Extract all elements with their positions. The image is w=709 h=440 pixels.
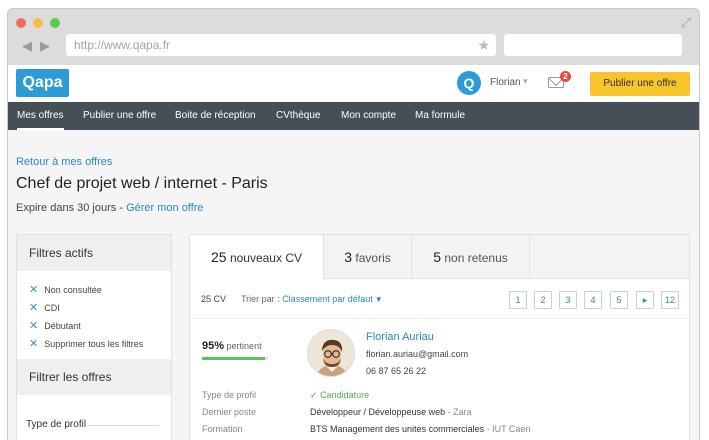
education-school: - IUT Caen [486,424,531,434]
profile-type-label[interactable]: Type de profil [26,419,86,430]
cv-count: 25 CV [201,294,227,304]
divider [87,425,159,426]
qapa-logo[interactable]: Qapa [16,69,69,97]
tab-favorites[interactable]: 3 favoris [324,235,412,279]
tab-count: 5 [433,249,442,265]
tab-rejected[interactable]: 5 non retenus [412,235,530,279]
profile-status: Candidature [320,390,370,400]
detail-value-education: BTS Management des unites commerciales -… [310,424,530,434]
close-icon[interactable]: ✕ [29,284,38,296]
filter-label: Non consultée [44,285,102,295]
detail-label-profile: Type de profil [202,390,257,400]
chevron-down-icon[interactable]: ▾ [523,76,528,87]
results-toolbar: 25 CV Trier par : Classement par défaut ▼… [190,279,689,319]
candidate-card[interactable]: 95% pertinent Florian Auriau florian.aur… [190,320,689,440]
nav-item-reception[interactable]: Boite de réception [175,102,256,130]
candidate-photo[interactable] [307,329,355,377]
clear-all-filters[interactable]: ✕ Supprimer tous les filtres [29,337,143,350]
url-text: http://www.qapa.fr [74,38,171,52]
next-page-button[interactable]: ▸ [636,291,654,309]
candidate-photo-image [308,330,354,376]
nav-item-cvtheque[interactable]: CVthèque [276,102,320,130]
bookmark-star-icon[interactable]: ★ [477,34,490,56]
chevron-down-icon[interactable]: ▼ [375,295,383,304]
tab-label: non retenus [444,251,508,265]
nav-item-compte[interactable]: Mon compte [341,102,396,130]
forward-arrow-icon[interactable]: ▶ [40,38,50,54]
tab-label: favoris [355,251,391,265]
detail-value-last-job: Développeur / Développeuse web - Zara [310,407,472,417]
maximize-window-button[interactable] [50,18,60,28]
candidate-name[interactable]: Florian Auriau [366,331,434,343]
browser-window: ⤢ ◀ ▶ http://www.qapa.fr ★ Qapa Q Floria… [7,8,700,440]
close-icon[interactable]: ✕ [29,338,38,350]
candidate-email[interactable]: florian.auriau@gmail.com [366,349,468,359]
filter-offers-title: Filtrer les offres [17,359,171,395]
nav-item-formule[interactable]: Ma formule [415,102,465,130]
results-panel: 25 nouveaux CV 3 favoris 5 non retenus 2… [189,234,690,440]
user-menu-name[interactable]: Florian [490,77,521,88]
publish-offer-button[interactable]: Publier une offre [590,72,690,96]
match-bar-fill [202,357,265,360]
user-avatar[interactable]: Q [457,71,481,95]
nav-item-publier[interactable]: Publier une offre [83,102,156,130]
browser-chrome: ⤢ ◀ ▶ http://www.qapa.fr ★ [8,9,699,65]
tab-label: nouveaux CV [229,251,302,265]
page-button-1[interactable]: 1 [509,291,527,309]
last-job: Développeur / Développeuse web [310,407,446,417]
match-bar [202,357,268,360]
page-button-5[interactable]: 5 [610,291,628,309]
candidate-phone: 06 87 65 26 22 [366,366,427,376]
tab-new-cv[interactable]: 25 nouveaux CV [190,235,324,280]
sort-label: Trier par : [241,294,280,304]
browser-search-input[interactable] [504,34,682,56]
separator: - [116,202,127,214]
active-filter-item[interactable]: ✕ Non consultée [29,283,102,296]
expire-text: Expire dans 30 jours [16,202,117,214]
match-percent: 95% [202,340,225,352]
close-icon[interactable]: ✕ [29,320,38,332]
filter-label: Supprimer tous les filtres [44,339,144,349]
results-tabs: 25 nouveaux CV 3 favoris 5 non retenus [190,235,689,280]
notification-badge: 2 [560,71,571,82]
expire-row: Expire dans 30 jours - Gérer mon offre [16,202,204,214]
fullscreen-icon[interactable]: ⤢ [681,15,691,31]
back-to-offers-link[interactable]: Retour à mes offres [16,156,112,168]
detail-label-last-job: Dernier poste [202,407,257,417]
page-title: Chef de projet web / internet - Paris [16,175,268,192]
page-button-3[interactable]: 3 [559,291,577,309]
filter-label: Débutant [44,321,81,331]
page-button-4[interactable]: 4 [584,291,602,309]
education: BTS Management des unites commerciales [310,424,485,434]
site-header: Qapa Q Florian ▾ 2 Publier une offre [8,65,699,102]
tab-count: 25 [211,249,227,265]
page-button-2[interactable]: 2 [534,291,552,309]
back-arrow-icon[interactable]: ◀ [22,38,32,54]
qapa-site: Qapa Q Florian ▾ 2 Publier une offre Mes… [8,65,699,440]
close-window-button[interactable] [16,18,26,28]
close-icon[interactable]: ✕ [29,302,38,314]
url-bar[interactable]: http://www.qapa.fr ★ [66,34,496,56]
filters-sidebar: Filtres actifs ✕ Non consultée ✕ CDI ✕ Débu… [16,234,172,440]
match-score: 95% pertinent [202,340,262,352]
check-icon: ✓ [310,390,318,400]
sort-value[interactable]: Classement par défaut [282,294,373,304]
tab-count: 3 [344,249,353,265]
detail-label-education: Formation [202,424,243,434]
detail-value-profile: ✓ Candidature [310,390,369,401]
last-job-company: - Zara [447,407,472,417]
match-label: pertinent [226,341,262,351]
main-nav: Mes offres Publier une offre Boite de ré… [8,102,699,130]
manage-offer-link[interactable]: Gérer mon offre [126,202,203,214]
active-filters-title: Filtres actifs [17,235,171,271]
active-filter-item[interactable]: ✕ CDI [29,301,60,314]
nav-item-mes-offres[interactable]: Mes offres [17,102,64,130]
minimize-window-button[interactable] [33,18,43,28]
filter-label: CDI [44,303,60,313]
sort-select[interactable]: Trier par : Classement par défaut ▼ [241,294,383,304]
page-button-last[interactable]: 12 [661,291,679,309]
active-filter-item[interactable]: ✕ Débutant [29,319,81,332]
